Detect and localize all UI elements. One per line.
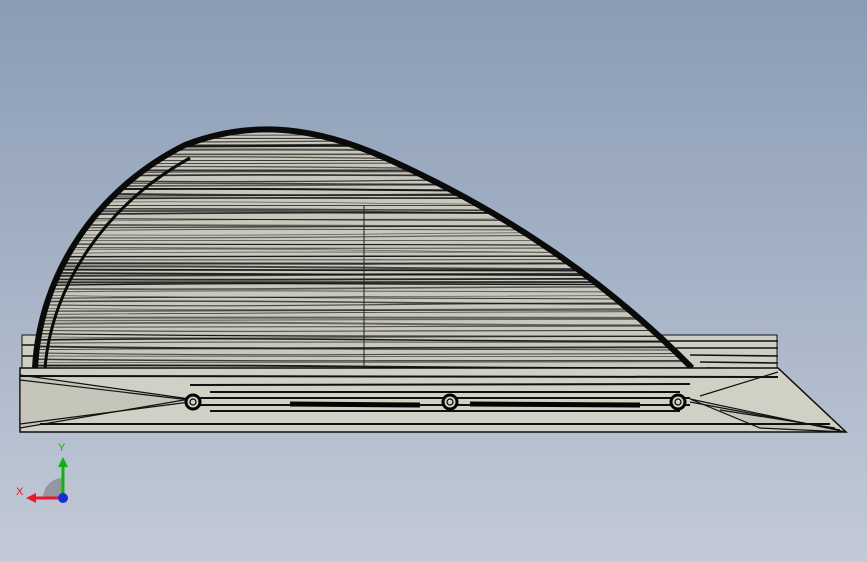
fastener-hole-icon: [184, 393, 202, 411]
base-plate: [19, 367, 848, 433]
axis-triad-icon: [26, 457, 68, 503]
hatch-line: [35, 262, 692, 265]
hatch-line: [35, 204, 692, 207]
hatch-line: [35, 268, 692, 272]
part-model-view[interactable]: [0, 0, 867, 562]
graphics-viewport[interactable]: X Y: [0, 0, 867, 562]
fastener-hole-icon: [669, 393, 687, 411]
hatch-line: [35, 153, 692, 156]
hatch-line: [35, 137, 692, 140]
hatch-line: [35, 138, 692, 143]
x-axis-label: X: [16, 486, 24, 498]
dome-body: [32, 126, 695, 371]
hatch-line: [35, 168, 692, 172]
hatch-line: [35, 277, 692, 281]
hatch-line: [35, 141, 692, 146]
hatch-line: [35, 259, 692, 261]
fastener-hole-icon: [441, 393, 459, 411]
axis-triad: X Y: [12, 440, 82, 510]
hatch-line: [35, 255, 692, 258]
y-axis-label: Y: [58, 442, 66, 454]
